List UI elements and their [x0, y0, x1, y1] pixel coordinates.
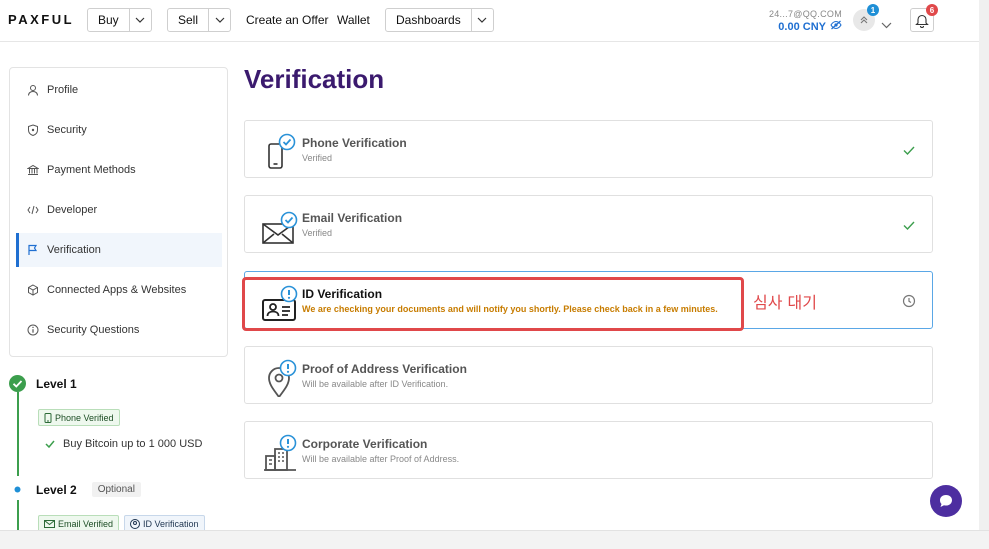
annotation-text: 심사 대기	[753, 293, 817, 312]
card-subtitle: Will be available after ID Verification.	[302, 379, 449, 389]
account-balance[interactable]: 24...7@QQ.COM 0.00 CNY	[769, 9, 842, 33]
bank-icon	[27, 164, 39, 175]
sidebar-item-label: Security Questions	[47, 324, 140, 336]
sidebar-item-payment-methods[interactable]: Payment Methods	[16, 153, 222, 187]
mail-icon	[44, 519, 55, 528]
verification-page: PAXFUL Buy Sell Create an Offer Wallet D…	[0, 0, 979, 530]
clock-icon	[902, 294, 916, 308]
card-subtitle: Verified	[302, 153, 333, 163]
phone-verified-icon	[268, 133, 296, 169]
chip-label: Phone Verified	[55, 412, 114, 423]
card-subtitle: Verified	[302, 228, 333, 238]
dashboards-dropdown[interactable]: Dashboards	[385, 8, 494, 32]
level2-label: Level 2	[36, 482, 77, 497]
window-edge	[979, 0, 989, 549]
perk-text: Buy Bitcoin up to 1 000 USD	[63, 438, 203, 450]
email-verified-icon	[262, 211, 298, 244]
balance-value: 0.00 CNY	[778, 20, 826, 33]
card-title: Corporate Verification	[302, 437, 428, 451]
sidebar-item-label: Payment Methods	[47, 164, 136, 176]
user-icon	[28, 85, 38, 96]
phone-verification-card[interactable]: Phone Verification Verified	[244, 120, 933, 178]
sell-label: Sell	[178, 13, 199, 27]
info-icon	[27, 324, 39, 336]
level2-progress-line	[17, 500, 19, 530]
avatar[interactable]: 1	[853, 4, 879, 31]
dashboards-label: Dashboards	[396, 13, 461, 27]
id-verification-chip: ID Verification	[124, 515, 205, 530]
check-icon	[903, 221, 915, 231]
email-verification-card[interactable]: Email Verification Verified	[244, 195, 933, 253]
chat-bubble-icon	[940, 495, 952, 507]
user-circle-icon	[130, 518, 140, 529]
dot-icon	[14, 486, 21, 493]
notifications-badge: 6	[926, 4, 938, 16]
chip-label: ID Verification	[143, 518, 199, 529]
window-bottom-edge	[0, 530, 989, 549]
location-pin-icon	[268, 359, 297, 397]
phone-verified-chip: Phone Verified	[38, 409, 120, 426]
sidebar-item-profile[interactable]: Profile	[16, 73, 222, 107]
proof-of-address-card[interactable]: Proof of Address Verification Will be av…	[244, 346, 933, 404]
sell-dropdown[interactable]: Sell	[167, 8, 232, 32]
bell-icon	[915, 14, 929, 28]
card-title: Email Verification	[302, 211, 403, 225]
buy-dropdown[interactable]: Buy	[87, 8, 152, 32]
check-icon	[45, 440, 55, 448]
chevron-down-icon[interactable]	[470, 9, 493, 31]
wallet-link[interactable]: Wallet	[337, 13, 370, 27]
sidebar-item-connected-apps[interactable]: Connected Apps & Websites	[16, 273, 222, 307]
notifications-button[interactable]: 6	[910, 4, 938, 32]
code-icon	[27, 205, 39, 215]
chevron-down-icon[interactable]	[881, 16, 892, 34]
card-subtitle: Will be available after Proof of Address…	[302, 454, 460, 464]
level1-header: Level 1	[9, 375, 77, 392]
sidebar-item-verification[interactable]: Verification	[16, 233, 222, 267]
check-circle-icon	[9, 375, 26, 392]
chevrons-up-icon	[860, 16, 868, 24]
cube-icon	[28, 284, 38, 296]
eye-off-icon[interactable]	[830, 20, 842, 33]
email-verified-chip: Email Verified	[38, 515, 120, 530]
sidebar-item-label: Developer	[47, 204, 98, 216]
page-title: Verification	[244, 64, 385, 94]
sidebar-item-label: Connected Apps & Websites	[47, 284, 187, 296]
annotation-highlight-box	[242, 277, 744, 331]
sidebar-item-security-questions[interactable]: Security Questions	[16, 313, 222, 347]
paxful-logo[interactable]: PAXFUL	[8, 12, 74, 27]
sidebar-item-developer[interactable]: Developer	[16, 193, 222, 227]
sidebar-item-label: Profile	[47, 84, 79, 96]
top-header: PAXFUL Buy Sell Create an Offer Wallet D…	[0, 0, 979, 42]
optional-tag: Optional	[91, 482, 141, 497]
corporate-verification-card[interactable]: Corporate Verification Will be available…	[244, 421, 933, 479]
shield-icon	[28, 124, 38, 136]
chat-button[interactable]	[930, 485, 962, 517]
buy-label: Buy	[98, 13, 119, 27]
balance-row: 0.00 CNY	[769, 20, 842, 33]
account-email: 24...7@QQ.COM	[768, 9, 842, 19]
chip-label: Email Verified	[58, 518, 114, 529]
level1-progress-line	[17, 392, 19, 476]
sidebar-item-label: Verification	[47, 244, 101, 256]
phone-icon	[44, 412, 52, 423]
card-title: Phone Verification	[302, 136, 407, 150]
chevron-down-icon[interactable]	[208, 9, 230, 31]
level1-label: Level 1	[36, 376, 77, 391]
create-offer-link[interactable]: Create an Offer	[246, 13, 329, 27]
settings-sidebar: Profile Security Payment Methods Develop…	[9, 67, 228, 357]
card-title: Proof of Address Verification	[302, 362, 467, 376]
building-icon	[264, 434, 297, 471]
check-icon	[903, 146, 915, 156]
chevron-down-icon[interactable]	[128, 9, 151, 31]
flag-icon	[28, 244, 38, 255]
sidebar-item-label: Security	[47, 124, 87, 136]
messages-badge: 1	[867, 4, 879, 16]
level1-perk: Buy Bitcoin up to 1 000 USD	[45, 438, 202, 450]
sidebar-item-security[interactable]: Security	[16, 113, 222, 147]
level2-header: Level 2 Optional	[14, 482, 141, 497]
